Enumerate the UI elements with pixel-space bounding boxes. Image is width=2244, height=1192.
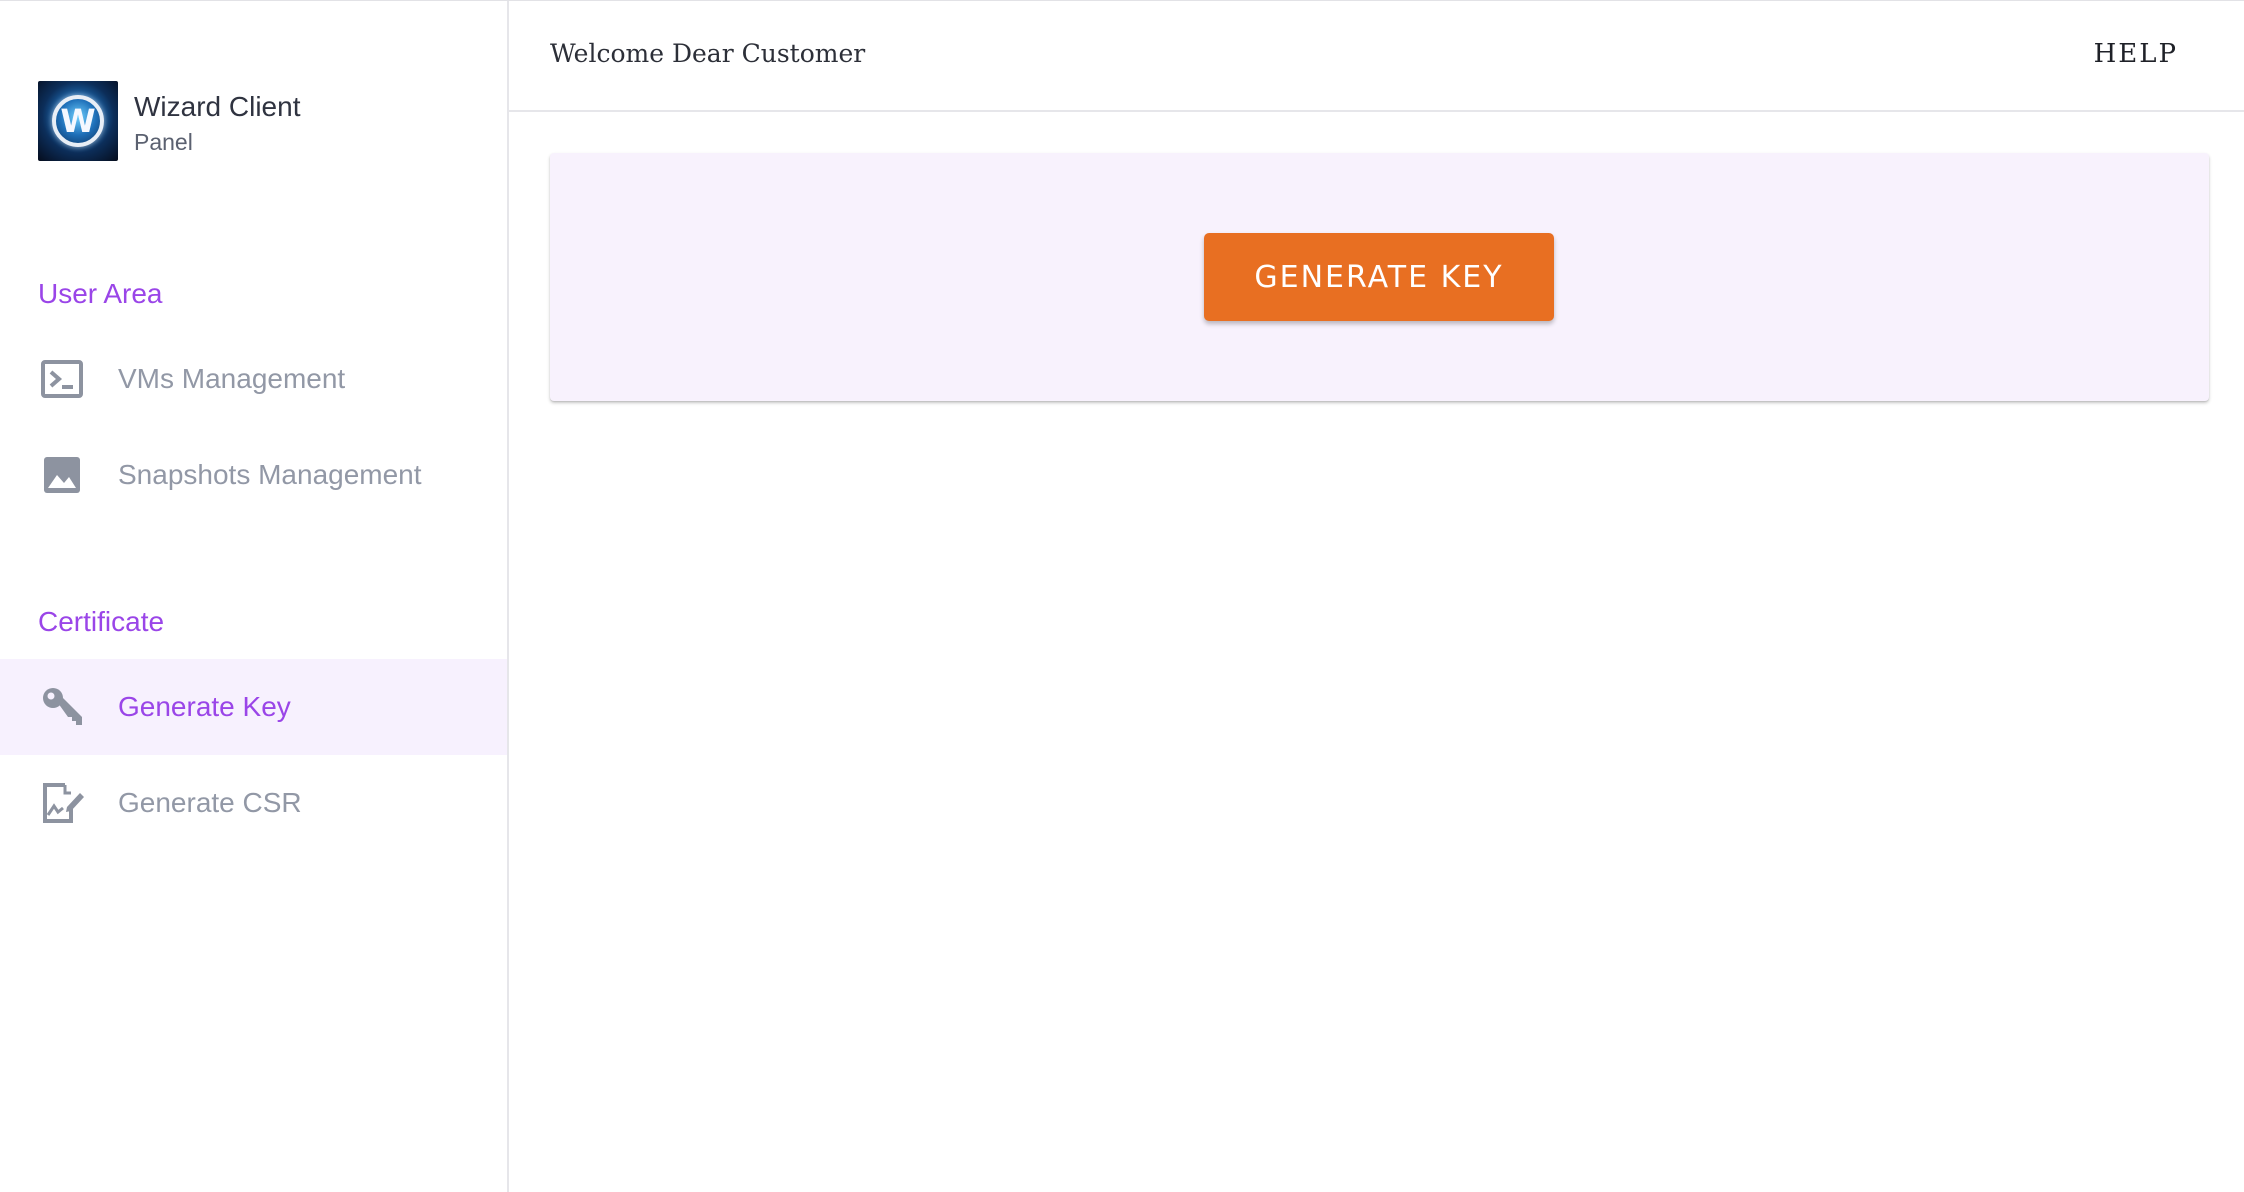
- sidebar-item-vms-management[interactable]: VMs Management: [0, 331, 507, 427]
- image-icon: [38, 451, 86, 499]
- welcome-text: Welcome Dear Customer: [550, 39, 866, 68]
- brand-subtitle: Panel: [134, 129, 193, 155]
- sidebar-item-label: Snapshots Management: [118, 459, 422, 490]
- terminal-icon: [38, 355, 86, 403]
- generate-key-card: GENERATE KEY: [550, 153, 2209, 401]
- sidebar-item-generate-csr[interactable]: Generate CSR: [0, 755, 507, 851]
- brand-text: Wizard Client Panel: [134, 89, 300, 159]
- signature-document-icon: [38, 779, 86, 827]
- sidebar: W Wizard Client Panel User Area VMs Mana…: [0, 1, 509, 1192]
- app-window: W Wizard Client Panel User Area VMs Mana…: [0, 0, 2244, 1192]
- sidebar-item-snapshots-management[interactable]: Snapshots Management: [0, 427, 507, 523]
- logo-letter: W: [60, 102, 96, 140]
- brand-logo: W: [38, 81, 118, 161]
- sidebar-item-label: Generate Key: [118, 691, 291, 722]
- section-label-user-area: User Area: [38, 278, 163, 309]
- sidebar-item-generate-key[interactable]: Generate Key: [0, 659, 507, 755]
- sidebar-item-label: Generate CSR: [118, 787, 302, 818]
- generate-key-button[interactable]: GENERATE KEY: [1204, 233, 1554, 321]
- brand-title: Wizard Client: [134, 91, 301, 122]
- top-bar: Welcome Dear Customer HELP: [509, 1, 2244, 112]
- sidebar-item-label: VMs Management: [118, 363, 346, 394]
- brand[interactable]: W Wizard Client Panel: [38, 81, 300, 161]
- section-label-certificate: Certificate: [38, 606, 165, 637]
- help-link[interactable]: HELP: [2094, 39, 2178, 69]
- key-icon: [38, 683, 86, 731]
